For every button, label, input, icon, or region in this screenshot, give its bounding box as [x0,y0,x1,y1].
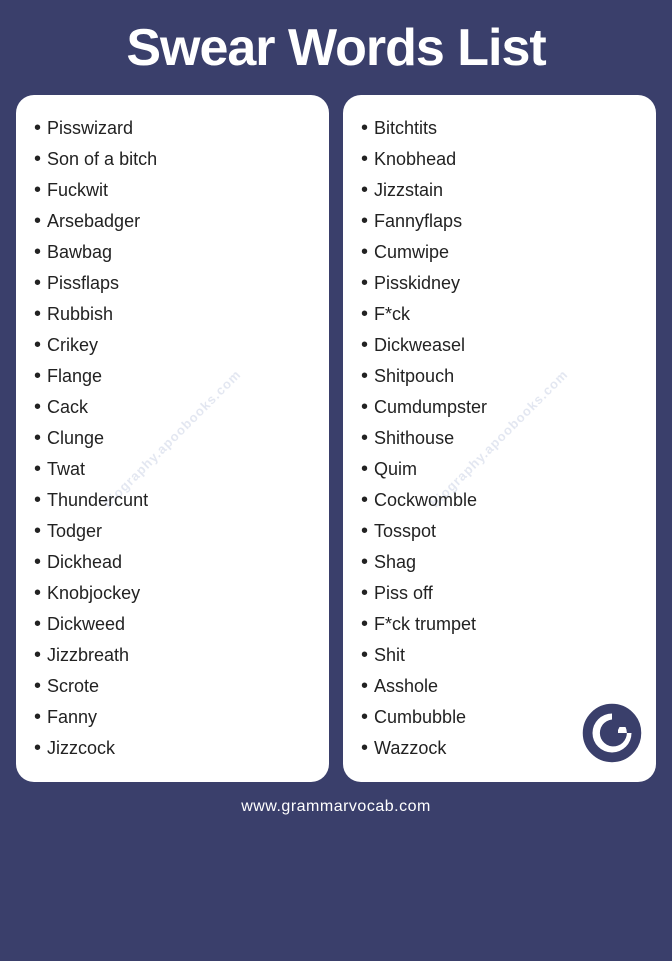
list-item: Pisswizard [34,113,315,144]
list-item: Crikey [34,330,315,361]
brand-logo [582,703,642,763]
list-item: Knobjockey [34,578,315,609]
list-item: Todger [34,516,315,547]
page-title: Swear Words List [126,20,545,77]
list-item: Son of a bitch [34,144,315,175]
right-word-list: BitchtitsKnobheadJizzstainFannyflapsCumw… [361,113,642,764]
list-item: Scrote [34,671,315,702]
list-item: Dickweasel [361,330,642,361]
list-item: Cack [34,392,315,423]
list-item: F*ck trumpet [361,609,642,640]
list-item: Shit [361,640,642,671]
list-item: Pissflaps [34,268,315,299]
list-item: F*ck [361,299,642,330]
list-item: Clunge [34,423,315,454]
list-item: Jizzcock [34,733,315,764]
list-item: Dickhead [34,547,315,578]
list-item: Fanny [34,702,315,733]
list-item: Shag [361,547,642,578]
list-item: Cumdumpster [361,392,642,423]
logo-area [582,703,642,768]
list-item: Bawbag [34,237,315,268]
list-item: Twat [34,454,315,485]
list-item: Rubbish [34,299,315,330]
list-item: Shitpouch [361,361,642,392]
columns-wrapper: biography.apoobooks.com PisswizardSon of… [16,95,656,782]
list-item: Thundercunt [34,485,315,516]
list-item: Pisskidney [361,268,642,299]
right-column: biography.apoobooks.com BitchtitsKnobhea… [343,95,656,782]
list-item: Bitchtits [361,113,642,144]
list-item: Asshole [361,671,642,702]
left-word-list: PisswizardSon of a bitchFuckwitArsebadge… [34,113,315,764]
list-item: Knobhead [361,144,642,175]
list-item: Flange [34,361,315,392]
list-item: Cockwomble [361,485,642,516]
list-item: Cumwipe [361,237,642,268]
footer-url: www.grammarvocab.com [241,798,431,816]
list-item: Shithouse [361,423,642,454]
list-item: Tosspot [361,516,642,547]
list-item: Jizzbreath [34,640,315,671]
list-item: Arsebadger [34,206,315,237]
list-item: Piss off [361,578,642,609]
left-column: biography.apoobooks.com PisswizardSon of… [16,95,329,782]
list-item: Jizzstain [361,175,642,206]
list-item: Quim [361,454,642,485]
list-item: Dickweed [34,609,315,640]
list-item: Fannyflaps [361,206,642,237]
list-item: Fuckwit [34,175,315,206]
